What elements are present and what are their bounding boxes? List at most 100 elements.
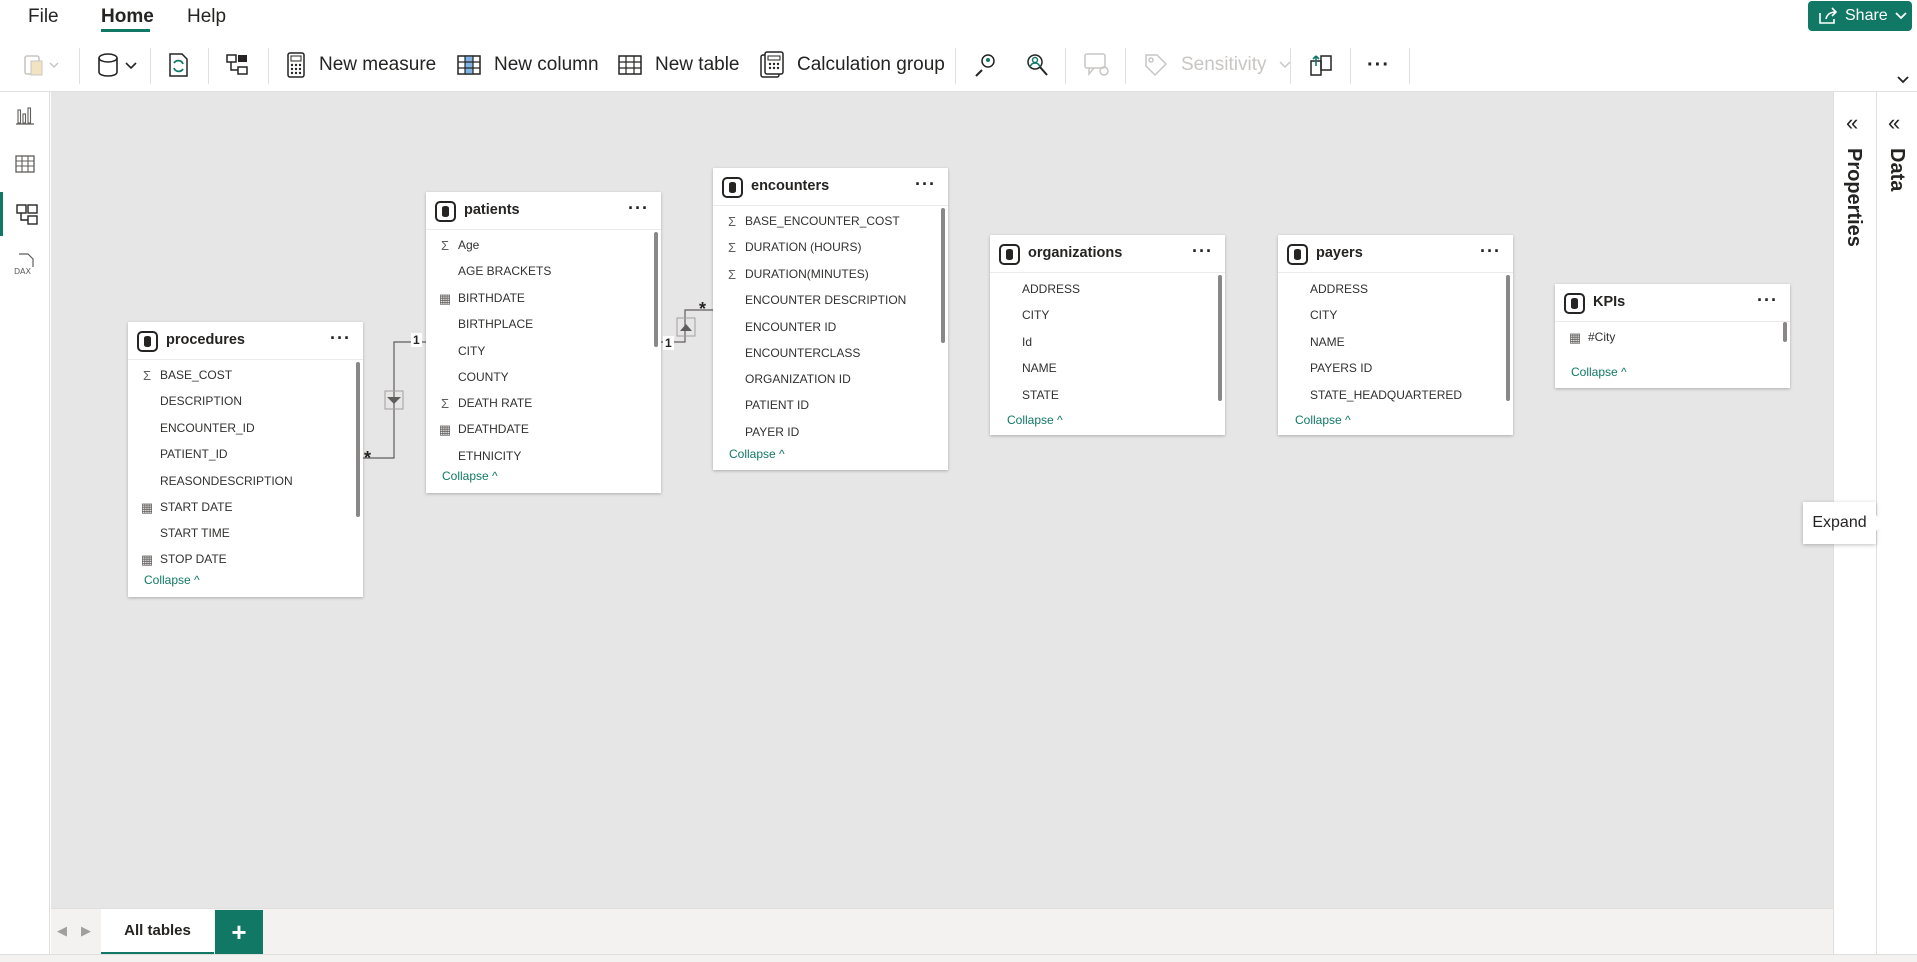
table-header[interactable]: procedures ··· [128, 322, 363, 360]
field-row[interactable]: Σ Age [441, 238, 479, 253]
calculator-icon: ▦ [1568, 330, 1582, 345]
scrollbar[interactable] [356, 362, 360, 517]
field-row[interactable]: BIRTHPLACE [458, 317, 533, 331]
field-row[interactable]: ▦ #City [1569, 330, 1616, 345]
field-row[interactable]: START TIME [160, 526, 230, 540]
table-card-payers[interactable]: payers ··· ADDRESS CITY NAME PAYERS ID S… [1278, 235, 1513, 435]
relationship-one-label: 1 [663, 336, 674, 350]
field-row[interactable]: NAME [1310, 335, 1345, 349]
sigma-icon: Σ [440, 396, 450, 411]
more-options-button[interactable]: ··· [915, 174, 936, 195]
field-row[interactable]: ETHNICITY [458, 449, 521, 463]
table-card-kpis[interactable]: KPIs ··· ▦ #City Collapse ^ [1555, 284, 1790, 388]
field-row[interactable]: ENCOUNTER_ID [160, 421, 255, 435]
add-layout-button[interactable]: + [215, 910, 263, 954]
expand-pane-icon[interactable]: « [1888, 110, 1900, 136]
sigma-icon: Σ [727, 267, 737, 282]
field-row[interactable]: CITY [1022, 308, 1049, 322]
field-row[interactable]: STATE [1022, 388, 1059, 402]
table-card-procedures[interactable]: procedures ··· Σ BASE_COST DESCRIPTION EN… [128, 322, 363, 597]
collapse-button[interactable]: Collapse ^ [1295, 413, 1351, 427]
field-row[interactable]: CITY [458, 344, 485, 358]
relationship-one-label: 1 [411, 333, 422, 347]
table-name: payers [1316, 245, 1363, 261]
table-name: encounters [751, 178, 830, 194]
field-row[interactable]: AGE BRACKETS [458, 264, 551, 278]
more-options-button[interactable]: ··· [628, 198, 649, 219]
table-header[interactable]: KPIs ··· [1555, 284, 1790, 322]
collapse-button[interactable]: Collapse ^ [144, 573, 200, 587]
table-card-organizations[interactable]: organizations ··· ADDRESS CITY Id NAME S… [990, 235, 1225, 435]
field-row[interactable]: Σ BASE_ENCOUNTER_COST [728, 214, 900, 229]
table-name: KPIs [1593, 294, 1626, 310]
more-options-button[interactable]: ··· [1192, 241, 1213, 262]
tab-scroll-right-icon[interactable]: ▶ [81, 923, 91, 939]
expand-pane-icon[interactable]: « [1846, 110, 1858, 136]
scrollbar[interactable] [1506, 275, 1510, 401]
field-row[interactable]: ENCOUNTER ID [745, 320, 836, 334]
field-row[interactable]: NAME [1022, 361, 1057, 375]
field-row[interactable]: ▦ DEATHDATE [439, 422, 529, 437]
tab-scroll-left-icon[interactable]: ◀ [57, 923, 67, 939]
table-header[interactable]: encounters ··· [713, 168, 948, 206]
table-icon [435, 201, 456, 222]
field-row[interactable]: REASONDESCRIPTION [160, 474, 293, 488]
collapse-button[interactable]: Collapse ^ [442, 469, 498, 483]
data-pane-title[interactable]: Data [1885, 148, 1908, 191]
more-options-button[interactable]: ··· [330, 328, 351, 349]
calendar-icon: ▦ [438, 422, 452, 437]
field-row[interactable]: CITY [1310, 308, 1337, 322]
scrollbar[interactable] [941, 208, 945, 343]
more-options-button[interactable]: ··· [1480, 241, 1501, 262]
collapse-button[interactable]: Collapse ^ [729, 447, 785, 461]
table-card-patients[interactable]: patients ··· Σ Age AGE BRACKETS ▦ BIRTHDAT… [426, 192, 661, 493]
field-row[interactable]: STATE_HEADQUARTERED [1310, 388, 1462, 402]
table-header[interactable]: patients ··· [426, 192, 661, 230]
relationship-many-label: * [364, 448, 372, 468]
sigma-icon: Σ [727, 214, 737, 229]
more-options-button[interactable]: ··· [1757, 290, 1778, 311]
field-row[interactable]: Σ BASE_COST [143, 368, 232, 383]
table-icon [1564, 293, 1585, 314]
field-row[interactable]: Σ DURATION (HOURS) [728, 240, 861, 255]
field-row[interactable]: ADDRESS [1310, 282, 1368, 296]
collapse-button[interactable]: Collapse ^ [1007, 413, 1063, 427]
field-row[interactable]: Σ DEATH RATE [441, 396, 532, 411]
table-icon [1287, 244, 1308, 265]
tab-all-tables[interactable]: All tables [101, 909, 214, 955]
table-icon [722, 177, 743, 198]
field-row[interactable]: ADDRESS [1022, 282, 1080, 296]
scrollbar[interactable] [1218, 275, 1222, 401]
scrollbar[interactable] [1783, 322, 1787, 342]
field-row[interactable]: COUNTY [458, 370, 509, 384]
table-icon [137, 331, 158, 352]
filter-direction-icon [680, 324, 692, 331]
field-row[interactable]: ▦ START DATE [141, 500, 233, 515]
expand-tooltip: Expand [1803, 502, 1884, 544]
table-name: procedures [166, 332, 245, 348]
field-row[interactable]: PATIENT_ID [160, 447, 228, 461]
scrollbar[interactable] [654, 232, 658, 347]
filter-direction-icon [387, 397, 401, 404]
field-row[interactable]: ▦ STOP DATE [141, 552, 227, 567]
sigma-icon: Σ [440, 238, 450, 253]
field-row[interactable]: PAYERS ID [1310, 361, 1372, 375]
field-row[interactable]: ▦ BIRTHDATE [439, 291, 525, 306]
field-row[interactable]: ENCOUNTERCLASS [745, 346, 860, 360]
relationship-many-label: * [699, 299, 707, 319]
collapse-button[interactable]: Collapse ^ [1571, 365, 1627, 379]
table-card-encounters[interactable]: encounters ··· Σ BASE_ENCOUNTER_COST Σ DUR… [713, 168, 948, 470]
field-row[interactable]: PAYER ID [745, 425, 799, 439]
table-header[interactable]: organizations ··· [990, 235, 1225, 273]
field-row[interactable]: ORGANIZATION ID [745, 372, 851, 386]
table-icon [999, 244, 1020, 265]
properties-pane-title[interactable]: Properties [1842, 148, 1865, 247]
field-row[interactable]: Id [1022, 335, 1032, 349]
field-row[interactable]: PATIENT ID [745, 398, 809, 412]
field-row[interactable]: DESCRIPTION [160, 394, 242, 408]
table-header[interactable]: payers ··· [1278, 235, 1513, 273]
calendar-icon: ▦ [140, 552, 154, 567]
field-row[interactable]: Σ DURATION(MINUTES) [728, 267, 869, 282]
field-row[interactable]: ENCOUNTER DESCRIPTION [745, 293, 906, 307]
table-name: patients [464, 202, 520, 218]
